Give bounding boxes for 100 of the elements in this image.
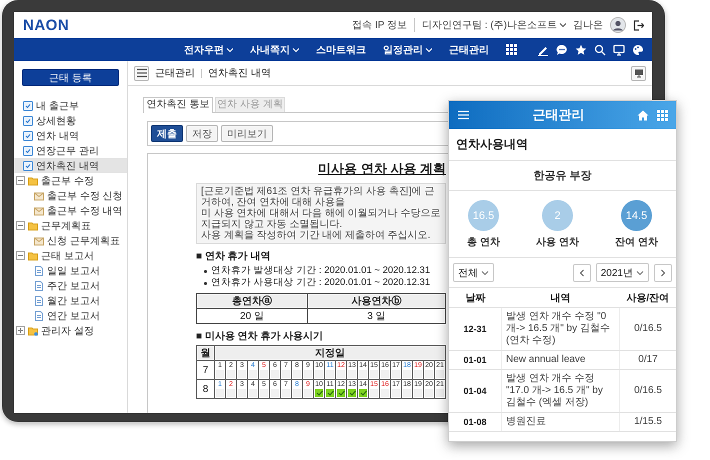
sidebar-item[interactable]: 내 출근부 [14,98,127,113]
logout-icon[interactable] [633,20,644,30]
submit-button[interactable]: 제출 [151,125,183,142]
chat-bubble-icon[interactable] [556,44,568,56]
sidebar-item[interactable]: 근태 보고서 [14,248,127,263]
bullet-text: 연차휴가 사용대상 기간 : 2020.01.01 ~ 2020.12.31 [211,277,430,289]
star-icon[interactable] [575,44,587,56]
home-icon[interactable] [637,110,649,120]
table-cell: 0/17 [620,350,676,370]
chevron-right-icon [660,268,666,276]
envelope-icon [34,190,44,200]
toolbar-button[interactable]: 저장 [186,125,218,142]
day-slot[interactable] [326,389,334,397]
app-title: 근태관리 [532,106,586,124]
day-slot[interactable] [315,389,323,397]
folder-icon [28,220,38,230]
nav-menu-item[interactable]: 근태관리 [449,42,489,56]
sidebar-item[interactable]: 연차 내역 [14,128,127,143]
stat-label: 총 연차 [467,236,500,249]
table-cell: 병원진료 [502,412,620,432]
year-select[interactable]: 2021년 [596,263,649,282]
team-selector[interactable]: 디자인연구팀 : (주)나온소프트 [414,18,566,32]
file-icon [34,310,44,320]
column-header: 사용연차ⓑ [307,294,446,308]
table-cell: 0/16.5 [620,370,676,412]
nav-menu-item[interactable]: 사내쪽지 [250,42,299,56]
chevron-down-icon [636,270,644,276]
stat-circle: 2 [542,200,573,231]
register-button[interactable]: 근태 등록 [22,69,119,86]
menu-icon[interactable] [457,109,470,121]
stat-circle: 14.5 [621,200,652,231]
stat-label: 사용 연차 [536,236,579,249]
table-cell: 01-01 [449,350,502,370]
month-cell: 7 [196,360,214,380]
ip-info-link[interactable]: 접속 IP 정보 [352,18,407,32]
nav-menu-item[interactable]: 전자우편 [184,42,233,56]
day-slot[interactable] [337,389,345,397]
sidebar-item[interactable]: 근무계획표 [14,218,127,233]
sidebar-item[interactable]: 연차촉진 내역 [14,158,127,173]
sidebar-item[interactable]: 일일 보고서 [14,263,127,278]
monitor-icon[interactable] [613,44,625,56]
day-slot[interactable] [348,389,356,397]
table-cell: 01-04 [449,370,502,412]
table-cell: 발생 연차 개수 수정 "17.0 개-> 16.5 개" by 김철수 (엑셀 저장) [502,370,620,412]
sidebar-item[interactable]: 연간 보고서 [14,308,127,323]
stat-circle: 16.5 [468,200,499,231]
sidebar-item[interactable]: 월간 보고서 [14,293,127,308]
column-header: 사용/잔여 [620,288,676,308]
table-cell: 20 일 [196,308,308,324]
bullet-icon [204,270,207,272]
sidebar-item[interactable]: 관리자 설정 [14,323,127,338]
breadcrumb-item[interactable]: 근태관리 [155,66,195,80]
chevron-left-icon [578,268,585,276]
monitor-icon [634,68,644,78]
chevron-down-icon [481,270,489,276]
table-cell: 3 일 [307,308,446,324]
person-name: 한공유 부장 [449,161,676,191]
day-slot[interactable] [359,389,367,397]
bullet-text: 연차휴가 발생대상 기간 : 2020.01.01 ~ 2020.12.31 [211,265,430,277]
file-icon [34,266,44,276]
column-header: 월 [196,346,214,360]
table-cell: 12-31 [449,308,502,350]
section-heading: ■ 미사용 연차 휴가 사용시기 [196,330,324,343]
table-cell: 0/16.5 [620,308,676,350]
collapse-icon[interactable] [16,251,25,260]
sidebar-item[interactable]: 연장근무 관리 [14,143,127,158]
table-cell: 발생 연차 개수 수정 "0 개-> 16.5 개" by 김철수 (연차 수정) [502,308,620,350]
section-heading: ■ 연차 휴가 내역 [196,250,272,263]
stat-label: 잔여 연차 [615,236,658,249]
menu-button[interactable] [134,66,149,80]
folder-icon [28,250,38,260]
collapse-icon[interactable] [16,221,25,230]
previous-button[interactable] [572,264,591,282]
folder-gear-icon [28,326,38,336]
sidebar-item[interactable]: 상세현황 [14,113,127,128]
notice-text: 미 사용 연차에 대해서 다음 해에 이월되거나 수당으로 지급되지 않고 자동 소멸됩니다. [201,208,441,230]
palette-icon[interactable] [632,44,644,56]
search-icon[interactable] [594,44,606,56]
logo[interactable]: NAON [23,16,70,34]
sidebar-item[interactable]: 출근부 수정 신청 [14,188,127,203]
tab[interactable]: 연차촉진 통보 [143,97,213,113]
breadcrumb-item[interactable]: 연차촉진 내역 [208,66,271,80]
notice-text: 사용 계획을 작성하여 기간 내에 제출하여 주십시오. [201,230,432,241]
sidebar-item[interactable]: 주간 보고서 [14,278,127,293]
nav-menu-item[interactable]: 일정관리 [383,42,432,56]
grid-icon[interactable] [506,44,517,55]
file-icon [34,296,44,306]
sidebar-item[interactable]: 신청 근무계획표 [14,233,127,248]
monitor-button[interactable] [631,66,646,80]
file-icon [34,280,44,290]
sidebar-item[interactable]: 출근부 수정 내역 [14,203,127,218]
envelope-icon [34,206,44,216]
nav-menu-item[interactable]: 스마트워크 [316,42,366,56]
toolbar-button[interactable]: 미리보기 [221,125,273,142]
expand-icon[interactable] [16,326,25,335]
filter-select[interactable]: 전체 [453,263,494,282]
table-cell: New annual leave [502,350,620,370]
sidebar-item[interactable]: 출근부 수정 [14,173,127,188]
collapse-icon[interactable] [16,176,25,185]
next-button[interactable] [654,264,672,282]
